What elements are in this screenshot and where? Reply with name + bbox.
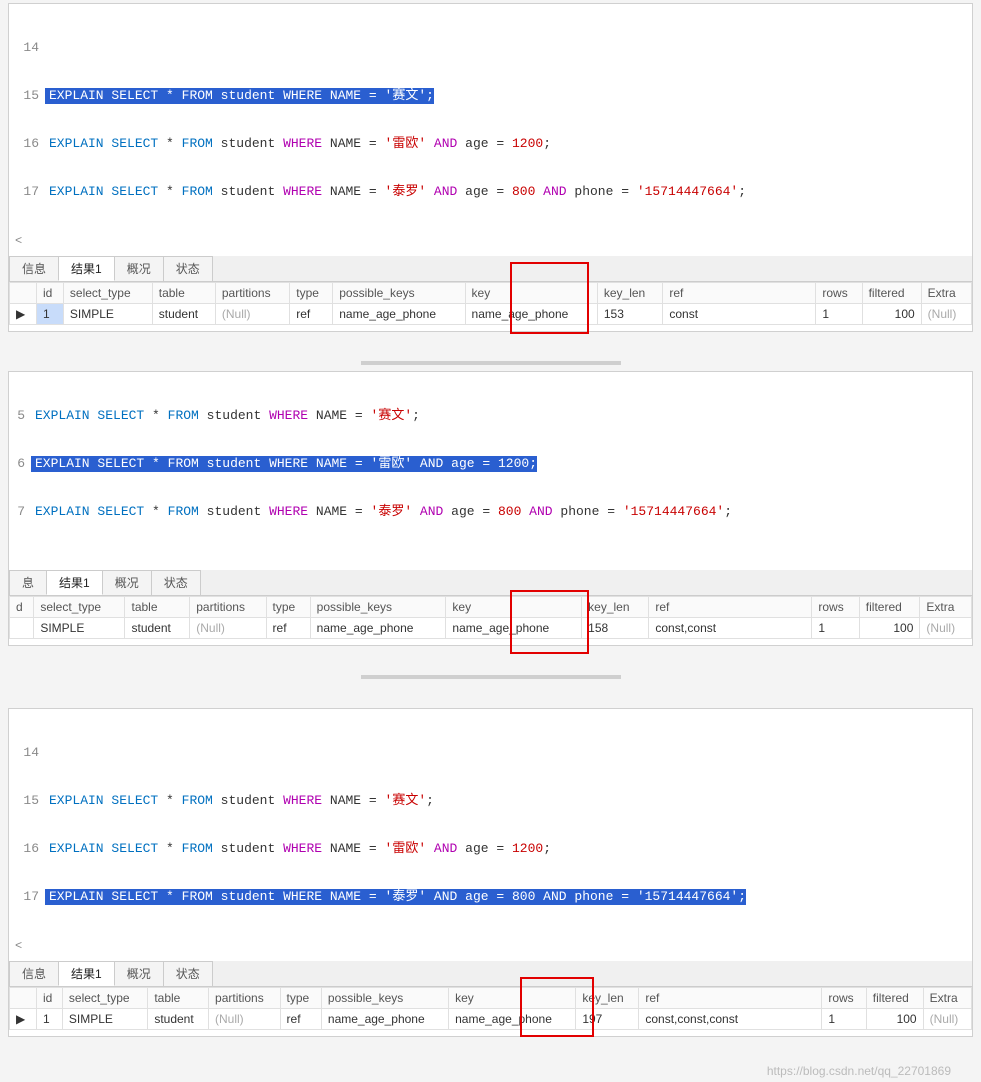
col-extra[interactable]: Extra <box>921 283 971 304</box>
col-partitions[interactable]: partitions <box>215 283 289 304</box>
resize-grip[interactable] <box>361 675 621 679</box>
col-key-len[interactable]: key_len <box>597 283 663 304</box>
col-key[interactable]: key <box>446 597 582 618</box>
tab-status[interactable]: 状态 <box>163 961 213 986</box>
watermark-text: https://blog.csdn.net/qq_22701869 <box>0 1040 981 1082</box>
sql-line-6[interactable]: EXPLAIN SELECT * FROM student WHERE NAME… <box>31 456 537 472</box>
tab-info[interactable]: 信息 <box>9 256 59 281</box>
col-extra[interactable]: Extra <box>920 597 972 618</box>
col-ref[interactable]: ref <box>663 283 816 304</box>
tab-result[interactable]: 结果1 <box>58 961 115 986</box>
tab-summary[interactable]: 概况 <box>114 961 164 986</box>
sql-line-17[interactable]: EXPLAIN SELECT * FROM student WHERE NAME… <box>45 889 746 905</box>
result-grid-3: id select_type table partitions type pos… <box>9 987 972 1036</box>
panel-1: 14 15EXPLAIN SELECT * FROM student WHERE… <box>8 3 973 332</box>
sql-editor-1[interactable]: 14 15EXPLAIN SELECT * FROM student WHERE… <box>9 4 972 234</box>
col-table[interactable]: table <box>148 988 209 1009</box>
col-extra[interactable]: Extra <box>923 988 971 1009</box>
tab-info[interactable]: 信息 <box>9 961 59 986</box>
sql-line-16[interactable]: EXPLAIN SELECT * FROM student WHERE NAME… <box>45 136 551 152</box>
col-filtered[interactable]: filtered <box>859 597 920 618</box>
sql-line-15[interactable]: EXPLAIN SELECT * FROM student WHERE NAME… <box>45 88 434 104</box>
row-marker-icon: ▶ <box>10 304 37 325</box>
col-select-type[interactable]: select_type <box>62 988 147 1009</box>
panel-3: 14 15EXPLAIN SELECT * FROM student WHERE… <box>8 708 973 1037</box>
scroll-left-icon[interactable]: < <box>9 234 972 250</box>
tab-status[interactable]: 状态 <box>163 256 213 281</box>
col-rows[interactable]: rows <box>812 597 859 618</box>
col-select-type[interactable]: select_type <box>63 283 152 304</box>
col-filtered[interactable]: filtered <box>862 283 921 304</box>
tab-result[interactable]: 结果1 <box>58 256 115 281</box>
col-id[interactable]: id <box>37 988 63 1009</box>
col-possible-keys[interactable]: possible_keys <box>310 597 446 618</box>
resize-grip[interactable] <box>361 361 621 365</box>
col-filtered[interactable]: filtered <box>866 988 923 1009</box>
col-id[interactable]: d <box>10 597 34 618</box>
col-table[interactable]: table <box>152 283 215 304</box>
col-key-len[interactable]: key_len <box>576 988 639 1009</box>
col-table[interactable]: table <box>125 597 190 618</box>
result-grid-2: d select_type table partitions type poss… <box>9 596 972 645</box>
table-row[interactable]: ▶ 1 SIMPLE student (Null) ref name_age_p… <box>10 304 972 325</box>
col-possible-keys[interactable]: possible_keys <box>333 283 465 304</box>
col-key-len[interactable]: key_len <box>582 597 649 618</box>
col-partitions[interactable]: partitions <box>209 988 281 1009</box>
result-grid-1: id select_type table partitions type pos… <box>9 282 972 331</box>
tab-status[interactable]: 状态 <box>151 570 201 595</box>
col-type[interactable]: type <box>290 283 333 304</box>
sql-line-17[interactable]: EXPLAIN SELECT * FROM student WHERE NAME… <box>45 184 746 200</box>
tab-summary[interactable]: 概况 <box>102 570 152 595</box>
tab-info[interactable]: 息 <box>9 570 47 595</box>
col-type[interactable]: type <box>280 988 321 1009</box>
tab-result[interactable]: 结果1 <box>46 570 103 595</box>
row-marker-icon: ▶ <box>10 1009 37 1030</box>
sql-editor-2[interactable]: 5EXPLAIN SELECT * FROM student WHERE NAM… <box>9 372 972 554</box>
col-key[interactable]: key <box>465 283 597 304</box>
sql-editor-3[interactable]: 14 15EXPLAIN SELECT * FROM student WHERE… <box>9 709 972 939</box>
col-key[interactable]: key <box>449 988 576 1009</box>
col-ref[interactable]: ref <box>649 597 812 618</box>
col-type[interactable]: type <box>266 597 310 618</box>
sql-line-15[interactable]: EXPLAIN SELECT * FROM student WHERE NAME… <box>45 793 434 809</box>
col-id[interactable]: id <box>37 283 64 304</box>
col-ref[interactable]: ref <box>639 988 822 1009</box>
panel-2: 5EXPLAIN SELECT * FROM student WHERE NAM… <box>8 371 973 646</box>
col-partitions[interactable]: partitions <box>190 597 266 618</box>
table-row[interactable]: ▶ 1 SIMPLE student (Null) ref name_age_p… <box>10 1009 972 1030</box>
table-row[interactable]: SIMPLE student (Null) ref name_age_phone… <box>10 618 972 639</box>
sql-line-16[interactable]: EXPLAIN SELECT * FROM student WHERE NAME… <box>45 841 551 857</box>
col-rows[interactable]: rows <box>816 283 862 304</box>
tab-summary[interactable]: 概况 <box>114 256 164 281</box>
col-possible-keys[interactable]: possible_keys <box>321 988 448 1009</box>
scroll-left-icon[interactable]: < <box>9 939 972 955</box>
sql-line-5[interactable]: EXPLAIN SELECT * FROM student WHERE NAME… <box>31 408 420 424</box>
col-rows[interactable]: rows <box>822 988 866 1009</box>
sql-line-7[interactable]: EXPLAIN SELECT * FROM student WHERE NAME… <box>31 504 732 520</box>
col-select-type[interactable]: select_type <box>34 597 125 618</box>
